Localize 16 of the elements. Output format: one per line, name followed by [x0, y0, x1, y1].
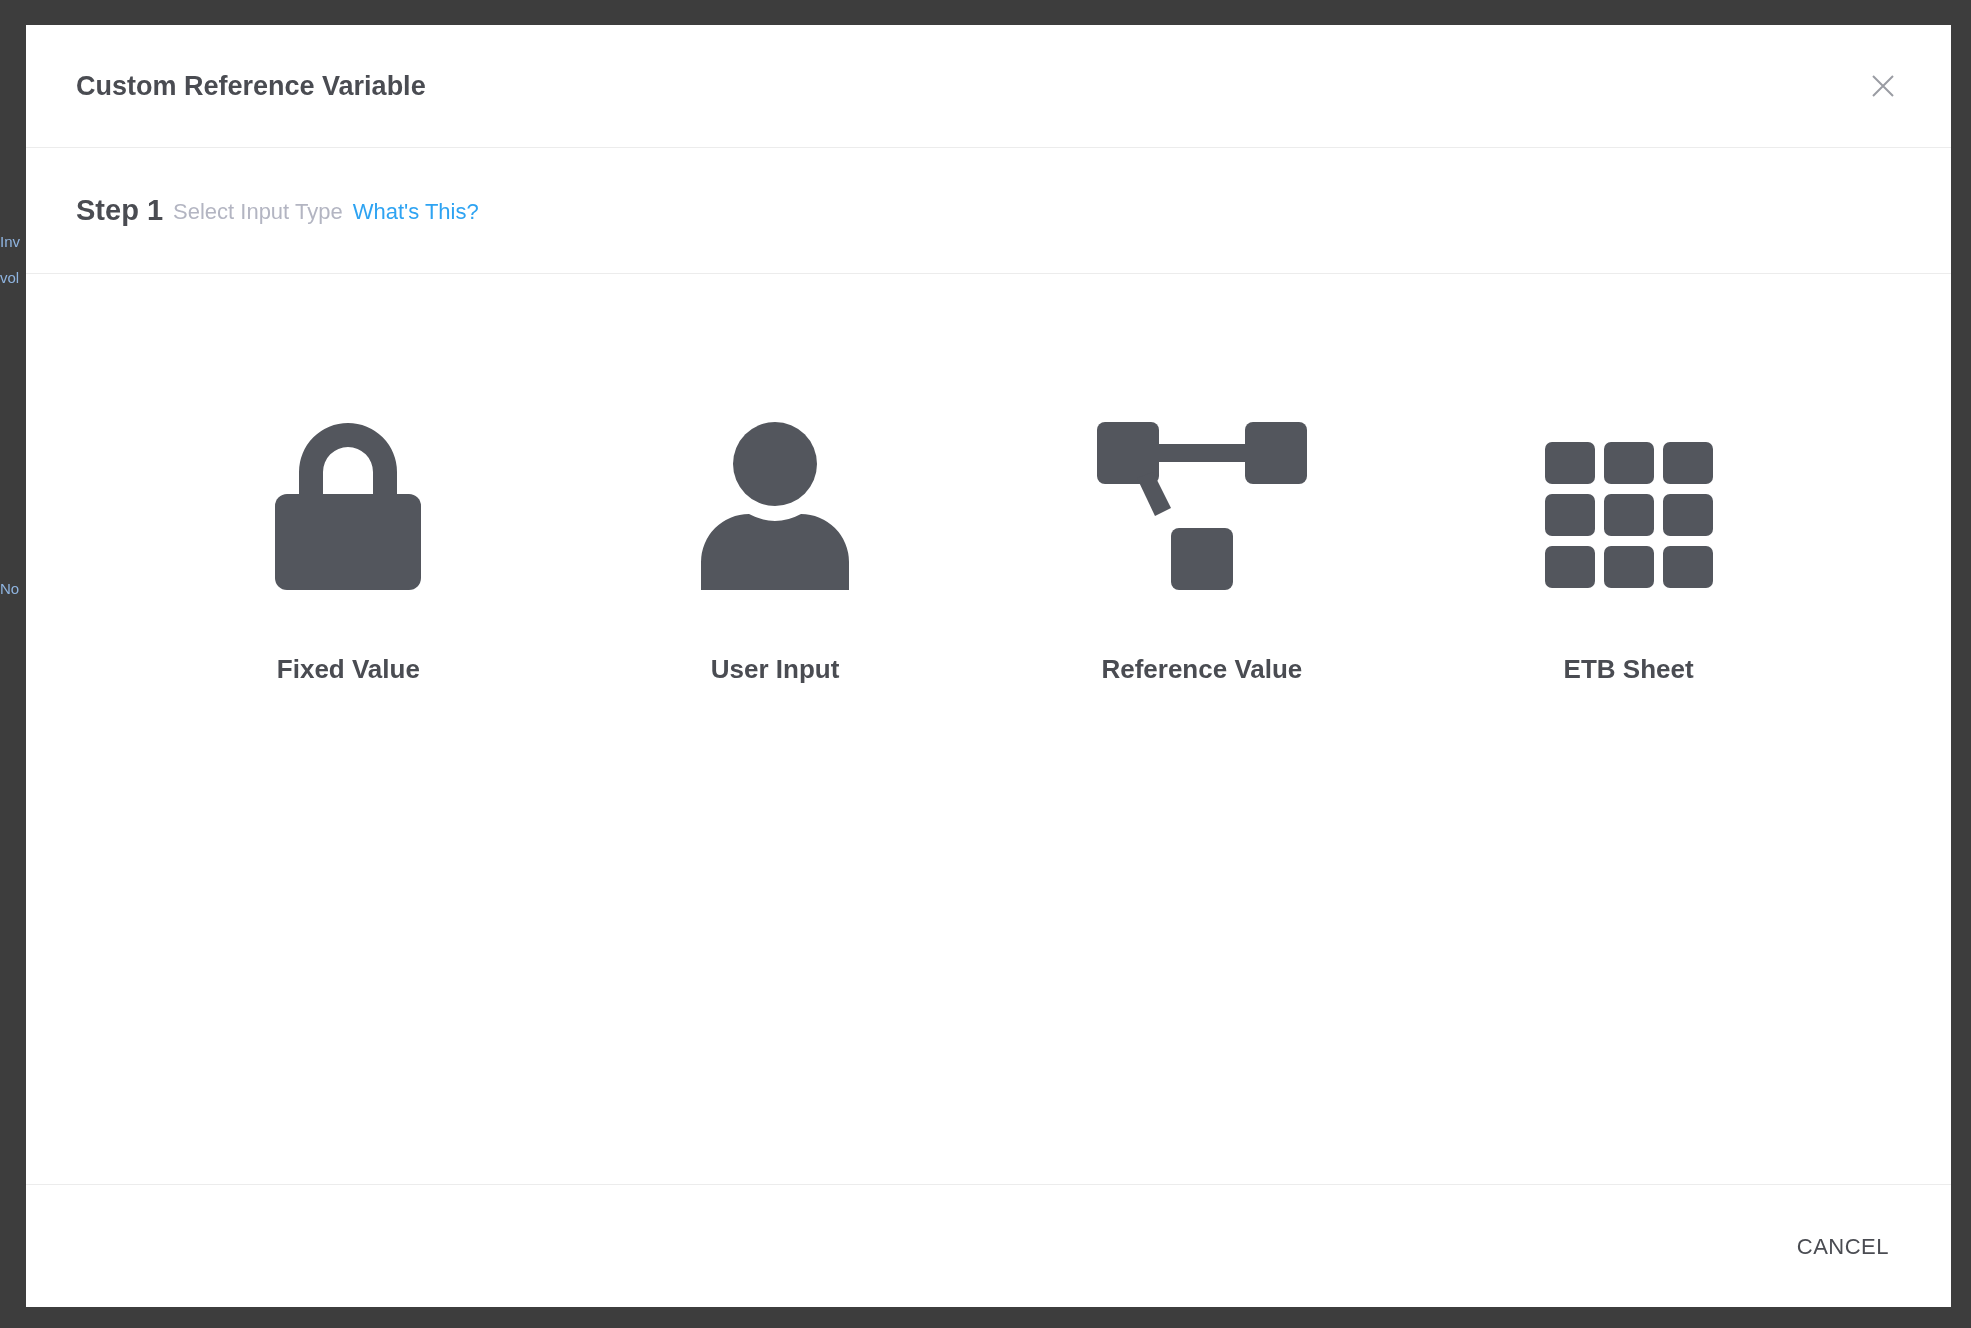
- step-label: Step 1: [76, 192, 164, 228]
- background-text: Inv: [0, 232, 20, 252]
- input-type-option[interactable]: Fixed Value: [275, 422, 422, 689]
- cancel-button[interactable]: CANCEL: [1790, 1223, 1895, 1269]
- close-icon: [1872, 75, 1894, 97]
- step-instruction: Select Input Type: [173, 198, 343, 226]
- input-type-option[interactable]: Reference Value: [1096, 422, 1307, 689]
- input-type-option[interactable]: ETB Sheet: [1544, 422, 1713, 689]
- padlock-icon: [275, 422, 422, 590]
- connected-squares-icon: [1096, 422, 1307, 590]
- background-text: No: [0, 579, 20, 599]
- dialog-title: Custom Reference Variable: [76, 69, 426, 103]
- background-text: vol: [0, 268, 20, 288]
- grid-icon: [1544, 442, 1713, 590]
- input-type-option[interactable]: User Input: [701, 422, 850, 689]
- person-icon: [701, 422, 850, 590]
